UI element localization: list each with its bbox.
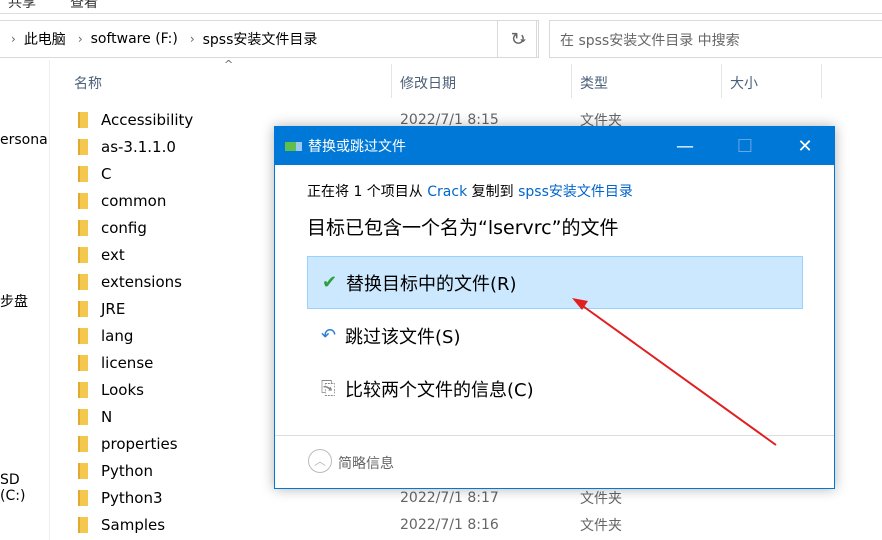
folder-icon: [78, 327, 88, 344]
file-name: license: [101, 353, 154, 372]
checkmark-icon: ✔: [322, 272, 338, 293]
column-header-date[interactable]: 修改日期: [400, 64, 572, 98]
dialog-titlebar: 替换或跳过文件 — ☐ ✕: [275, 127, 834, 165]
address-bar[interactable]: › 此电脑 › software (F:) › spss安装文件目录 ⌄: [0, 20, 537, 58]
minimize-button[interactable]: —: [660, 127, 710, 165]
file-date: 2022/7/1 8:17: [400, 489, 499, 506]
file-name: Python: [101, 461, 153, 480]
file-name: Looks: [101, 380, 144, 399]
chevron-right-icon: ›: [11, 32, 16, 46]
search-input[interactable]: 在 spss安装文件目录 中搜索: [549, 20, 882, 58]
copy-icon: [285, 141, 302, 151]
nav-item[interactable]: ersona: [0, 132, 48, 148]
nav-item[interactable]: SD (C:): [0, 472, 49, 504]
folder-icon: [78, 165, 88, 182]
replace-option[interactable]: ✔ 替换目标中的文件(R): [307, 256, 803, 309]
file-name: N: [101, 407, 113, 426]
source-link[interactable]: Crack: [427, 184, 467, 200]
chevron-right-icon: ›: [189, 32, 195, 46]
folder-icon: [78, 462, 88, 479]
file-name: Accessibility: [101, 110, 194, 129]
chevron-right-icon: ›: [77, 32, 83, 46]
skip-option[interactable]: ↶ 跳过该文件(S): [307, 309, 803, 362]
compare-label: 比较两个文件的信息(C): [345, 379, 534, 401]
folder-icon: [78, 408, 88, 425]
replace-label: 替换目标中的文件(R): [346, 273, 517, 295]
folder-icon: [78, 381, 88, 398]
fewer-details-button[interactable]: 简略信息: [338, 453, 394, 473]
file-type: 文件夹: [580, 517, 622, 534]
skip-label: 跳过该文件(S): [345, 326, 461, 348]
undo-icon: ↶: [321, 325, 337, 346]
dialog-title: 替换或跳过文件: [308, 139, 406, 155]
copy-status: 正在将 1 个项目从 Crack 复制到 spss安装文件目录: [307, 181, 633, 201]
file-row[interactable]: Samples 2022/7/1 8:16 文件夹: [78, 511, 678, 538]
ribbon-tab-share[interactable]: 共享: [8, 0, 36, 12]
copy-mid: 复制到: [467, 184, 519, 200]
folder-icon: [78, 246, 88, 263]
breadcrumb-this-pc[interactable]: 此电脑: [24, 29, 66, 49]
folder-icon: [78, 489, 88, 506]
file-name: ext: [101, 245, 125, 264]
folder-icon: [78, 354, 88, 371]
folder-icon: [78, 516, 88, 533]
close-button[interactable]: ✕: [780, 127, 830, 165]
folder-icon: [78, 111, 88, 128]
dialog-footer: ︿ 简略信息: [275, 435, 834, 489]
dest-link[interactable]: spss安装文件目录: [518, 184, 633, 200]
breadcrumb-drive[interactable]: software (F:): [91, 31, 178, 47]
navigation-pane: ersona 步盘 SD (C:): [0, 60, 50, 540]
ribbon-tab-view[interactable]: 查看: [70, 0, 98, 12]
file-name: properties: [101, 434, 178, 453]
file-name: config: [101, 218, 147, 237]
file-name: C: [101, 164, 112, 183]
file-name: lang: [101, 326, 134, 345]
file-name: common: [101, 191, 167, 210]
folder-icon: [78, 273, 88, 290]
folder-icon: [78, 138, 88, 155]
file-name: extensions: [101, 272, 182, 291]
folder-icon: [78, 435, 88, 452]
replace-or-skip-dialog: 替换或跳过文件 — ☐ ✕ 正在将 1 个项目从 Crack 复制到 spss安…: [274, 126, 835, 489]
folder-icon: [78, 219, 88, 236]
column-header-size[interactable]: 大小: [730, 64, 822, 98]
folder-icon: [78, 192, 88, 209]
file-name: JRE: [101, 299, 126, 318]
refresh-button[interactable]: ↻: [497, 20, 539, 58]
file-type: 文件夹: [580, 490, 622, 507]
breadcrumb-folder[interactable]: spss安装文件目录: [203, 29, 318, 49]
copy-prefix: 正在将 1 个项目从: [307, 184, 428, 200]
column-header-name[interactable]: 名称: [74, 64, 392, 98]
compare-option[interactable]: ⎘ 比较两个文件的信息(C): [307, 362, 803, 415]
compare-files-icon: ⎘: [321, 378, 336, 399]
folder-icon: [78, 300, 88, 317]
file-name: Samples: [101, 515, 166, 534]
maximize-button: ☐: [736, 135, 754, 157]
chevron-up-icon[interactable]: ︿: [308, 449, 332, 473]
ribbon: 共享 查看: [0, 0, 882, 14]
file-date: 2022/7/1 8:16: [400, 516, 499, 533]
file-name: as-3.1.1.0: [101, 137, 176, 156]
nav-item[interactable]: 步盘: [0, 291, 28, 311]
conflict-message: 目标已包含一个名为“lservrc”的文件: [307, 217, 619, 239]
file-name: Python3: [101, 488, 163, 507]
column-header-type[interactable]: 类型: [580, 64, 722, 98]
